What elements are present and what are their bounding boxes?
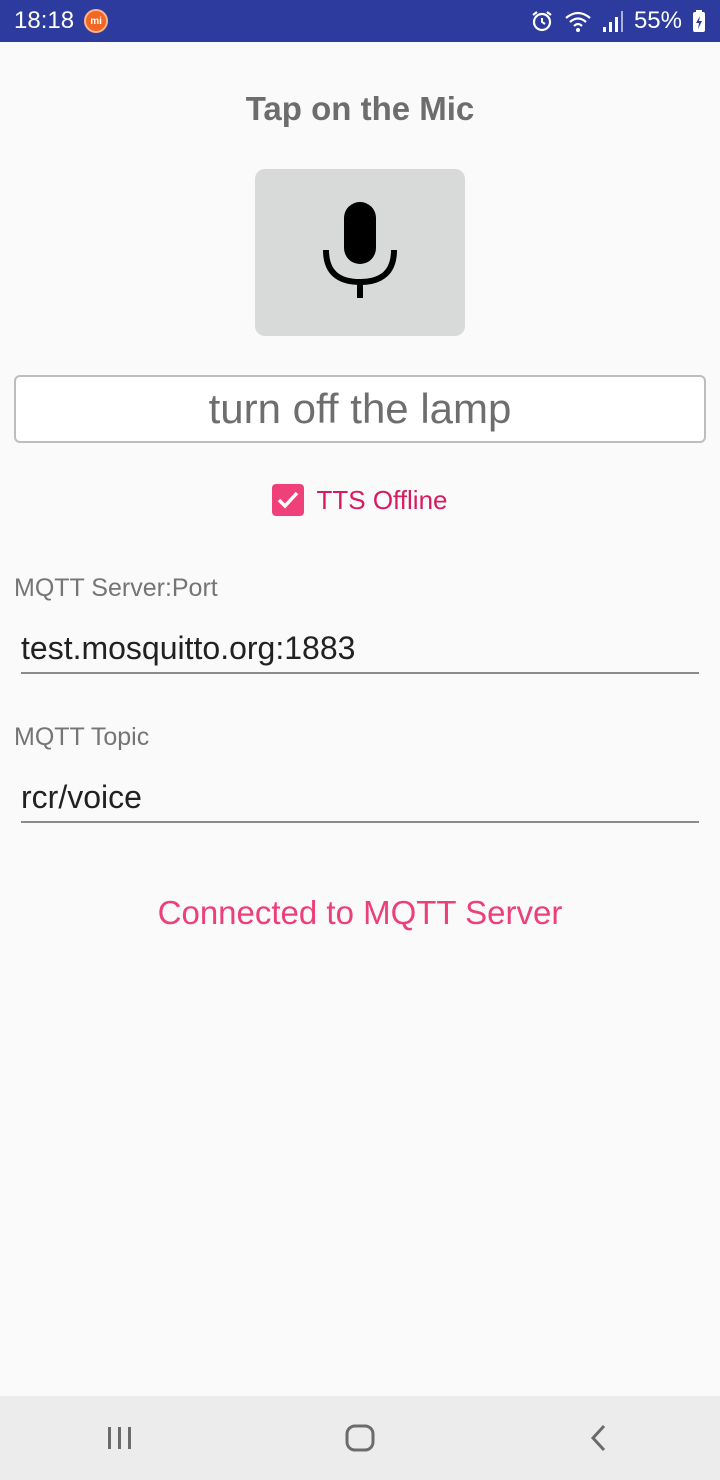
home-icon <box>345 1424 375 1452</box>
topic-input[interactable]: rcr/voice <box>21 773 699 823</box>
status-right: 55% <box>530 7 706 35</box>
page-title: Tap on the Mic <box>245 90 475 127</box>
battery-icon <box>692 9 706 33</box>
recent-apps-icon <box>108 1427 131 1449</box>
recent-apps-button[interactable] <box>90 1408 150 1468</box>
server-input[interactable]: test.mosquitto.org:1883 <box>21 624 699 674</box>
server-label: MQTT Server:Port <box>14 574 218 602</box>
alarm-icon <box>530 9 554 33</box>
topic-label: MQTT Topic <box>14 723 150 751</box>
connection-status: Connected to MQTT Server <box>157 894 563 931</box>
app-screen: Tap on the Mic turn off the lamp TTS Off… <box>0 42 720 1396</box>
tts-offline-option[interactable]: TTS Offline <box>0 482 720 518</box>
clock: 18:18 <box>14 7 75 34</box>
recognized-text-field[interactable]: turn off the lamp <box>14 375 706 443</box>
wifi-icon <box>564 9 592 33</box>
mic-button[interactable] <box>255 169 465 336</box>
home-button[interactable] <box>330 1408 390 1468</box>
mi-notification-icon: mi <box>84 9 109 33</box>
microphone-icon <box>320 198 400 307</box>
battery-percent: 55% <box>633 7 682 34</box>
checkmark-icon <box>278 491 299 509</box>
status-bar: 18:18 mi 55% <box>0 0 720 42</box>
back-button[interactable] <box>570 1408 630 1468</box>
status-left: 18:18 mi <box>14 7 109 35</box>
tts-offline-label[interactable]: TTS Offline <box>316 485 447 516</box>
signal-icon <box>602 9 624 33</box>
back-icon <box>590 1424 606 1452</box>
tts-offline-checkbox[interactable] <box>272 484 305 516</box>
navigation-bar <box>0 1396 720 1480</box>
